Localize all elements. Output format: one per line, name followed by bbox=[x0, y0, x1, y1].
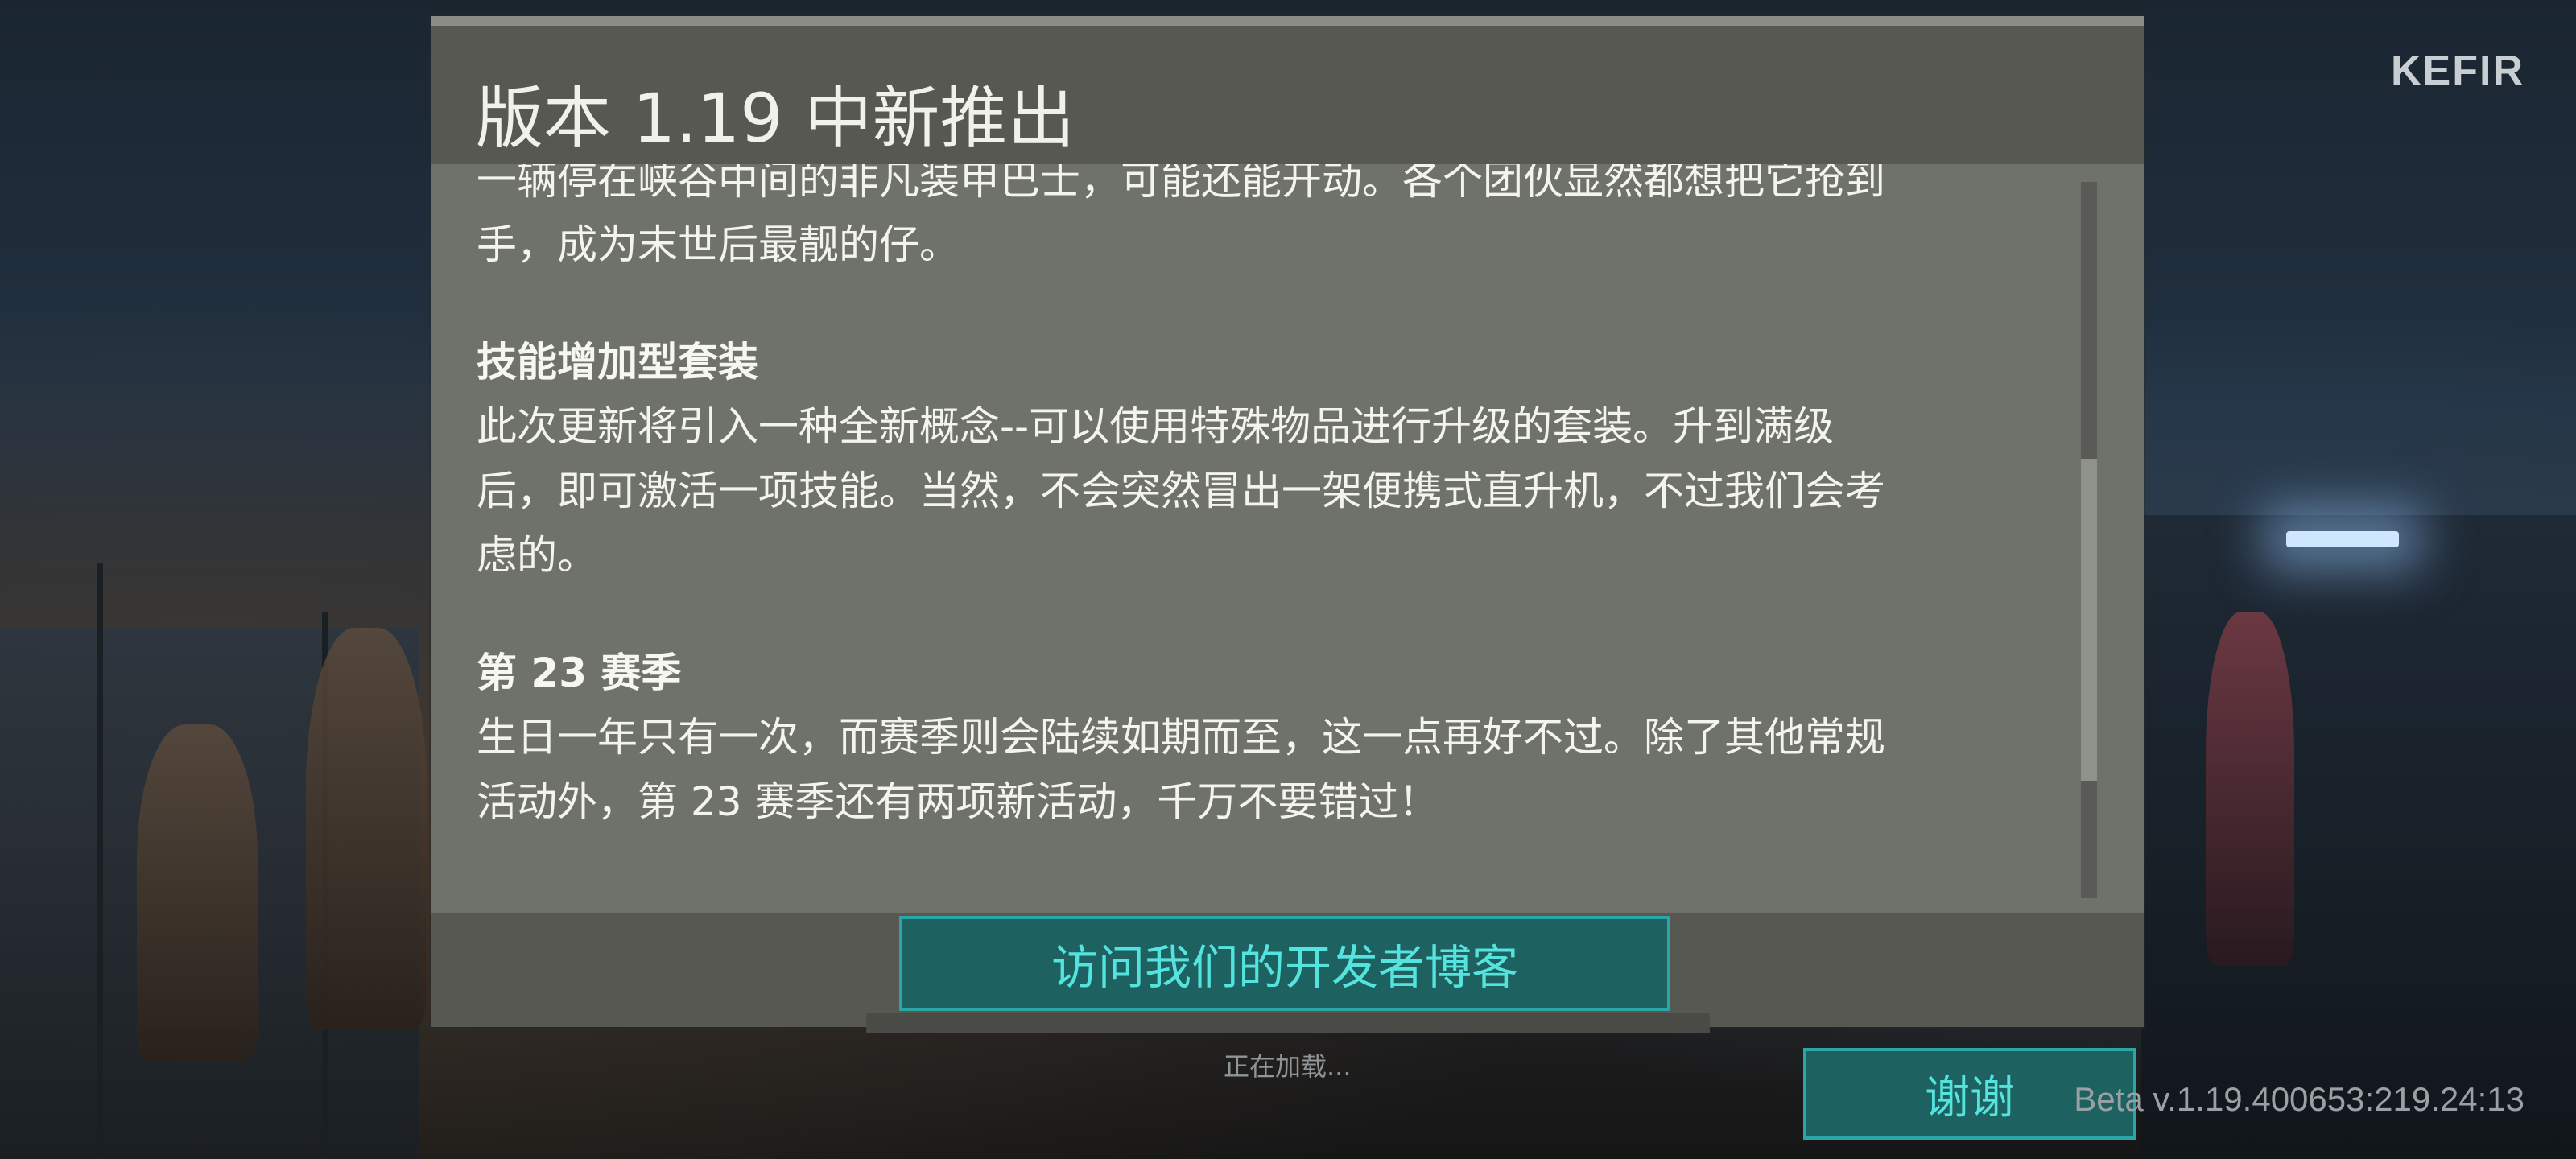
background-pole bbox=[97, 563, 103, 1159]
dialog-header: 版本 1.19 中新推出 bbox=[431, 16, 2144, 164]
loading-bar bbox=[866, 1013, 1710, 1033]
section-heading: 第 23 赛季 bbox=[477, 650, 682, 696]
background-zombie bbox=[306, 628, 427, 1030]
background-lamp bbox=[2286, 531, 2399, 547]
section-line: 此次更新将引入一种全新概念--可以使用特殊物品进行升级的套装。升到满级 bbox=[477, 403, 1835, 450]
scrollbar-track[interactable] bbox=[2081, 182, 2097, 898]
background-zombie bbox=[137, 724, 258, 1062]
section-line: 虑的。 bbox=[477, 532, 597, 579]
brand-logo: KEFIR bbox=[2391, 47, 2524, 94]
intro-cut-line: 一辆停在峡谷中间的非凡装甲巴士，可能还能开动。各个团伙显然都想把它抢到 bbox=[477, 164, 1885, 204]
version-label: Beta v.1.19.400653:219.24:13 bbox=[2074, 1080, 2524, 1118]
update-notes-content: 一辆停在峡谷中间的非凡装甲巴士，可能还能开动。各个团伙显然都想把它抢到 手，成为… bbox=[477, 164, 2038, 834]
visit-dev-blog-button[interactable]: 访问我们的开发者博客 bbox=[899, 916, 1670, 1011]
section-line: 后，即可激活一项技能。当然，不会突然冒出一架便携式直升机，不过我们会考 bbox=[477, 468, 1885, 514]
game-screen: KEFIR 版本 1.19 中新推出 一辆停在峡谷中间的非凡装甲巴士，可能还能开… bbox=[0, 0, 2576, 1159]
section-line: 活动外，第 23 赛季还有两项新活动，千万不要错过！ bbox=[477, 778, 1439, 825]
dialog-body-scroll[interactable]: 一辆停在峡谷中间的非凡装甲巴士，可能还能开动。各个团伙显然都想把它抢到 手，成为… bbox=[431, 164, 2144, 913]
section-line: 生日一年只有一次，而赛季则会陆续如期而至，这一点再好不过。除了其他常规 bbox=[477, 714, 1885, 761]
scrollbar-thumb[interactable] bbox=[2081, 459, 2097, 781]
loading-text: 正在加载... bbox=[1224, 1051, 1352, 1082]
section-skill-sets: 技能增加型套装 此次更新将引入一种全新概念--可以使用特殊物品进行升级的套装。升… bbox=[477, 330, 2038, 588]
background-zombie bbox=[2206, 612, 2294, 966]
section-season-23: 第 23 赛季 生日一年只有一次，而赛季则会陆续如期而至，这一点再好不过。除了其… bbox=[477, 641, 2038, 834]
update-notes-dialog: 版本 1.19 中新推出 一辆停在峡谷中间的非凡装甲巴士，可能还能开动。各个团伙… bbox=[431, 16, 2144, 1027]
section-heading: 技能增加型套装 bbox=[477, 339, 758, 386]
intro-tail-line: 手，成为末世后最靓的仔。 bbox=[477, 221, 960, 268]
dialog-title: 版本 1.19 中新推出 bbox=[476, 79, 1075, 158]
